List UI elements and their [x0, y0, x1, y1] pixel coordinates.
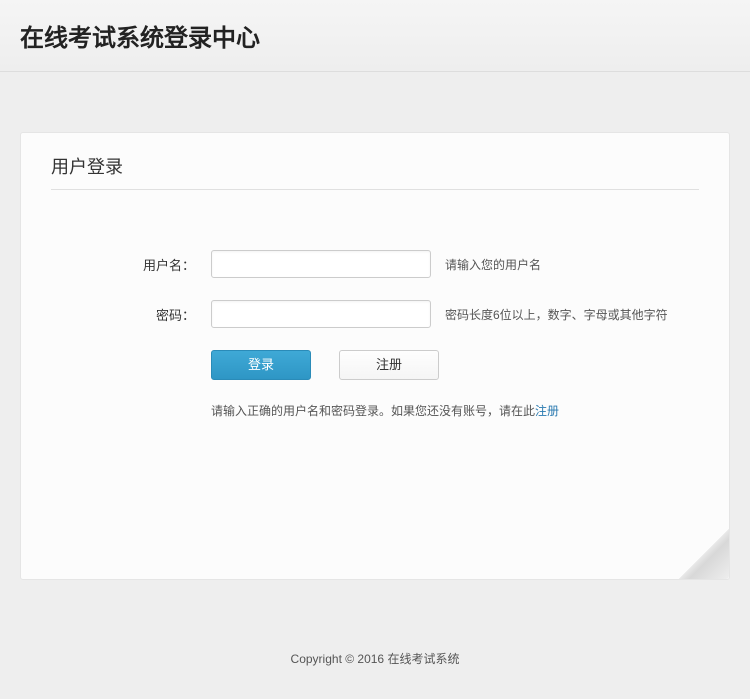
header: 在线考试系统登录中心	[0, 0, 750, 72]
password-label: 密码：	[51, 305, 211, 324]
login-button[interactable]: 登录	[211, 350, 311, 380]
username-input[interactable]	[211, 250, 431, 278]
help-text: 请输入正确的用户名和密码登录。如果您还没有账号，请在此注册	[211, 402, 699, 419]
help-prefix: 请输入正确的用户名和密码登录。如果您还没有账号，请在此	[211, 404, 535, 418]
register-link[interactable]: 注册	[535, 404, 559, 418]
button-row: 登录 注册	[211, 350, 699, 380]
password-hint: 密码长度6位以上，数字、字母或其他字符	[445, 306, 668, 323]
password-row: 密码： 密码长度6位以上，数字、字母或其他字符	[51, 300, 699, 328]
register-button[interactable]: 注册	[339, 350, 439, 380]
username-label: 用户名：	[51, 255, 211, 274]
panel-corner-decoration	[679, 529, 729, 579]
panel-title: 用户登录	[51, 153, 699, 190]
footer: Copyright © 2016 在线考试系统	[0, 600, 750, 687]
login-panel: 用户登录 用户名： 请输入您的用户名 密码： 密码长度6位以上，数字、字母或其他…	[20, 132, 730, 580]
footer-text: Copyright © 2016 在线考试系统	[291, 652, 460, 666]
page-title: 在线考试系统登录中心	[20, 18, 730, 53]
password-input[interactable]	[211, 300, 431, 328]
username-hint: 请输入您的用户名	[445, 256, 541, 273]
content-area: 用户登录 用户名： 请输入您的用户名 密码： 密码长度6位以上，数字、字母或其他…	[0, 72, 750, 600]
username-row: 用户名： 请输入您的用户名	[51, 250, 699, 278]
